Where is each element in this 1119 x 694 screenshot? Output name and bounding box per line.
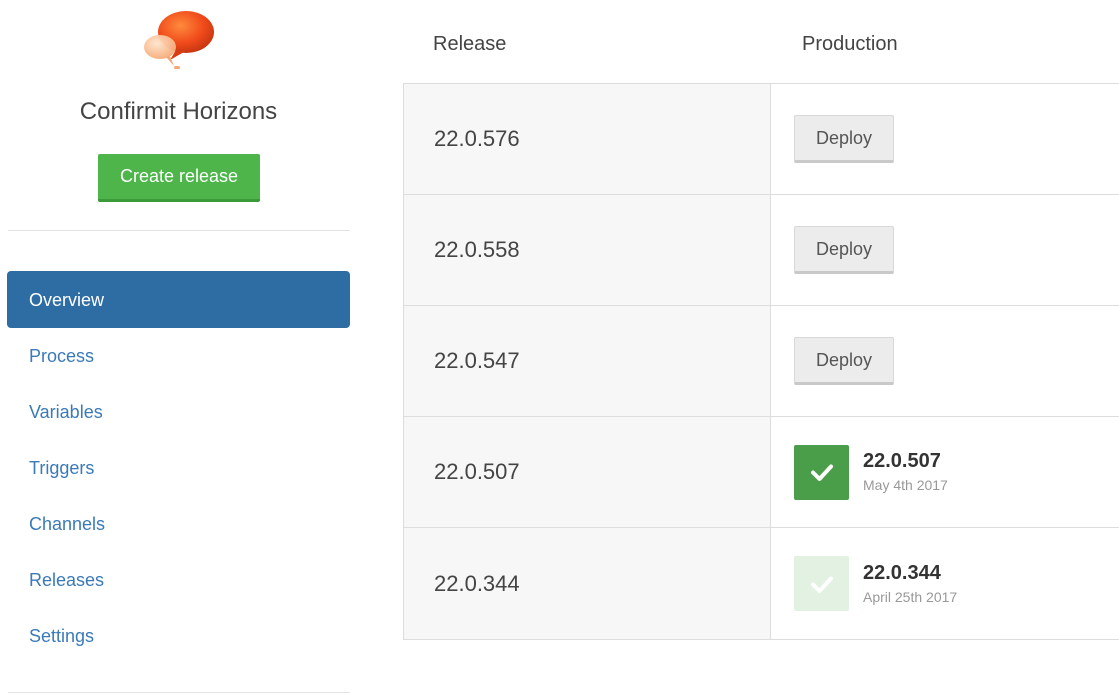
production-cell: Deploy [771,306,1119,416]
releases-overview: Release Production 22.0.576 Deploy 22.0.… [403,0,1119,694]
table-row: 22.0.576 Deploy [404,84,1119,195]
sidebar-item-variables[interactable]: Variables [7,384,350,440]
sidebar-item-releases[interactable]: Releases [7,552,350,608]
deploy-button[interactable]: Deploy [794,115,894,163]
checkmark-icon [794,556,849,611]
deploy-button[interactable]: Deploy [794,226,894,274]
release-version[interactable]: 22.0.344 [404,528,771,639]
checkmark-icon [794,444,849,500]
release-version[interactable]: 22.0.576 [404,84,771,194]
release-version[interactable]: 22.0.558 [404,195,771,305]
sidebar-divider [8,230,350,231]
sidebar-item-overview[interactable]: Overview [7,271,350,328]
release-version[interactable]: 22.0.507 [404,417,771,527]
production-cell: Deploy [771,84,1119,194]
sidebar-item-settings[interactable]: Settings [7,608,350,664]
app-root: Confirmit Horizons Create release Overvi… [0,0,1119,694]
deployment-info: 22.0.344 April 25th 2017 [863,561,957,607]
release-table: 22.0.576 Deploy 22.0.558 Deploy 22.0.547… [403,83,1119,640]
sidebar: Confirmit Horizons Create release Overvi… [0,0,360,694]
deployed-version: 22.0.507 [863,450,941,472]
project-logo-icon [140,8,220,70]
deployed-date: May 4th 2017 [863,477,948,493]
table-row: 22.0.558 Deploy [404,195,1119,306]
deployment-status[interactable]: 22.0.507 May 4th 2017 [794,444,948,500]
sidebar-divider-bottom [8,692,350,693]
column-header-production: Production [802,33,898,55]
create-release-button[interactable]: Create release [98,154,260,202]
sidebar-nav: Overview Process Variables Triggers Chan… [7,271,350,664]
production-cell: Deploy [771,195,1119,305]
sidebar-item-triggers[interactable]: Triggers [7,440,350,496]
deployed-version: 22.0.344 [863,561,941,584]
deployed-date: April 25th 2017 [863,588,958,605]
sidebar-item-channels[interactable]: Channels [7,496,350,552]
deployment-status[interactable]: 22.0.344 April 25th 2017 [794,556,957,611]
release-version[interactable]: 22.0.547 [404,306,771,416]
deploy-button[interactable]: Deploy [794,337,894,385]
table-row: 22.0.547 Deploy [404,306,1119,417]
deployment-info: 22.0.507 May 4th 2017 [863,449,948,495]
table-row: 22.0.507 22.0.507 May 4th 2017 [404,417,1119,528]
column-header-release: Release [433,33,507,55]
table-row: 22.0.344 22.0.344 April 25th 2017 [404,528,1119,640]
project-name: Confirmit Horizons [79,98,278,125]
sidebar-item-process[interactable]: Process [7,328,350,384]
production-cell: 22.0.344 April 25th 2017 [771,528,1119,639]
production-cell: 22.0.507 May 4th 2017 [771,417,1119,527]
